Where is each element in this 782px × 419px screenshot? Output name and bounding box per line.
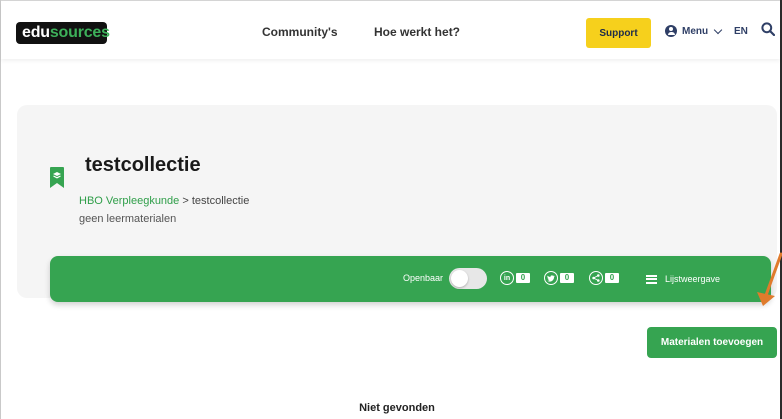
search-icon[interactable] <box>761 22 775 36</box>
linkedin-share[interactable]: in 0 <box>500 271 530 285</box>
logo-text-edu: edu <box>22 24 50 41</box>
share-icon <box>589 271 603 285</box>
breadcrumb-parent-link[interactable]: HBO Verpleegkunde <box>79 195 179 207</box>
public-label: Openbaar <box>403 273 444 283</box>
menu-dropdown[interactable]: Menu <box>665 25 723 37</box>
twitter-count: 0 <box>560 273 574 283</box>
window-border-left <box>0 0 1 419</box>
support-button[interactable]: Support <box>586 18 651 48</box>
nav-how-it-works[interactable]: Hoe werkt het? <box>374 25 460 39</box>
user-icon <box>665 25 677 37</box>
empty-state-message: Niet gevonden <box>359 402 435 414</box>
public-toggle[interactable] <box>449 268 487 289</box>
edusources-logo[interactable]: edusources <box>16 22 110 44</box>
linkedin-count: 0 <box>516 273 530 283</box>
generic-share[interactable]: 0 <box>589 271 619 285</box>
collection-title: testcollectie <box>85 154 201 176</box>
list-view-label: Lijstweergave <box>665 274 721 284</box>
language-switch[interactable]: EN <box>734 26 748 37</box>
breadcrumb: HBO Verpleegkunde > testcollectie <box>79 195 249 207</box>
list-view-toggle[interactable]: Lijstweergave <box>646 274 720 284</box>
twitter-icon <box>544 271 558 285</box>
linkedin-icon: in <box>500 271 514 285</box>
menu-label: Menu <box>682 25 709 37</box>
list-icon <box>646 274 657 284</box>
toggle-knob <box>451 270 468 287</box>
nav-communities[interactable]: Community's <box>262 25 338 39</box>
collection-bookmark-icon <box>50 167 64 188</box>
annotation-arrow-icon <box>757 252 782 306</box>
chevron-down-icon <box>713 25 723 34</box>
twitter-share[interactable]: 0 <box>544 271 574 285</box>
add-materials-button[interactable]: Materialen toevoegen <box>647 327 777 358</box>
logo-text-sources: sources <box>49 24 110 41</box>
materials-count-text: geen leermaterialen <box>79 213 177 225</box>
breadcrumb-separator: > <box>179 195 192 207</box>
share-count: 0 <box>605 273 619 283</box>
breadcrumb-current: testcollectie <box>191 195 250 207</box>
